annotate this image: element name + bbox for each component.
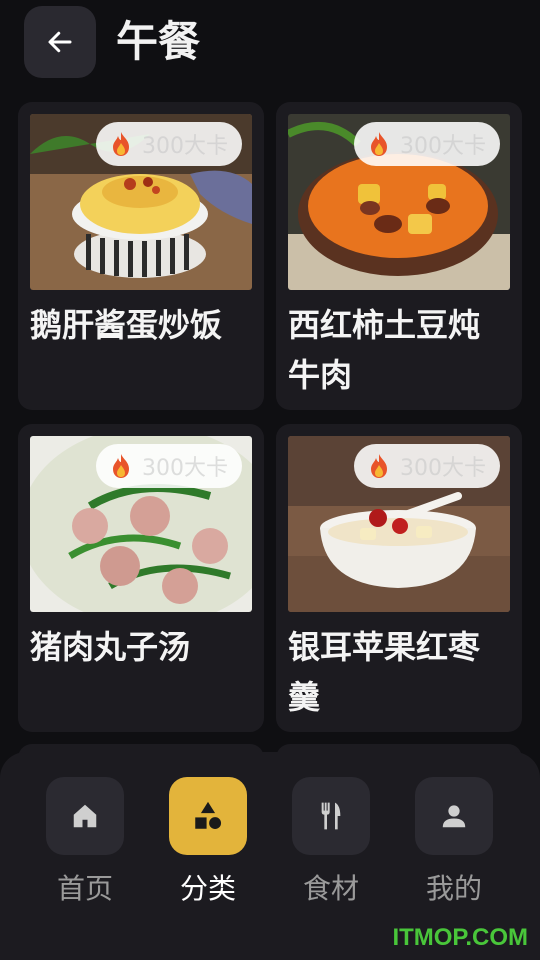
fork-knife-icon (321, 802, 341, 830)
nav-item-category[interactable]: 分类 (169, 777, 247, 909)
header: 午餐 (0, 0, 540, 90)
nav-label: 我的 (425, 872, 482, 905)
recipe-card[interactable]: 300大卡 银耳苹果红枣羹 (276, 424, 522, 732)
back-button[interactable] (24, 6, 96, 78)
calorie-text: 300大卡 (142, 456, 228, 481)
recipe-name: 银耳苹果红枣羹 (288, 628, 481, 716)
recipe-card[interactable]: 300大卡 猪肉丸子汤 (18, 424, 264, 732)
home-icon (73, 804, 97, 828)
fire-icon (371, 454, 387, 478)
nav-icon-button[interactable] (415, 777, 493, 855)
nav-item-ingredients[interactable]: 食材 (292, 777, 370, 909)
nav-label: 首页 (56, 872, 113, 905)
fire-icon (371, 132, 387, 156)
nav-icon-button[interactable] (292, 777, 370, 855)
fire-icon (113, 132, 129, 156)
fire-icon (113, 454, 129, 478)
recipe-card[interactable]: 300大卡 鹅肝酱蛋炒饭 (18, 102, 264, 410)
nav-label: 食材 (302, 872, 359, 905)
nav-item-home[interactable]: 首页 (46, 777, 124, 909)
nav-item-profile[interactable]: 我的 (415, 777, 493, 909)
recipe-name: 猪肉丸子汤 (30, 628, 191, 666)
calorie-text: 300大卡 (400, 134, 486, 159)
calorie-badge: 300大卡 (354, 122, 500, 166)
watermark-text: ITMOP.COM (392, 924, 528, 951)
nav-icon-button[interactable] (46, 777, 124, 855)
calorie-text: 300大卡 (142, 134, 228, 159)
calorie-badge: 300大卡 (96, 122, 242, 166)
arrow-left-icon (48, 31, 72, 53)
calorie-text: 300大卡 (400, 456, 486, 481)
nav-label: 分类 (179, 872, 236, 905)
calorie-badge: 300大卡 (354, 444, 500, 488)
recipe-card[interactable]: 300大卡 西红柿土豆炖牛肉 (276, 102, 522, 410)
recipe-name: 西红柿土豆炖牛肉 (288, 306, 481, 394)
user-icon (442, 805, 466, 828)
page-title: 午餐 (116, 17, 201, 66)
category-shapes-icon (195, 801, 222, 830)
recipe-name: 鹅肝酱蛋炒饭 (30, 306, 223, 344)
nav-icon-button[interactable] (169, 777, 247, 855)
calorie-badge: 300大卡 (96, 444, 242, 488)
